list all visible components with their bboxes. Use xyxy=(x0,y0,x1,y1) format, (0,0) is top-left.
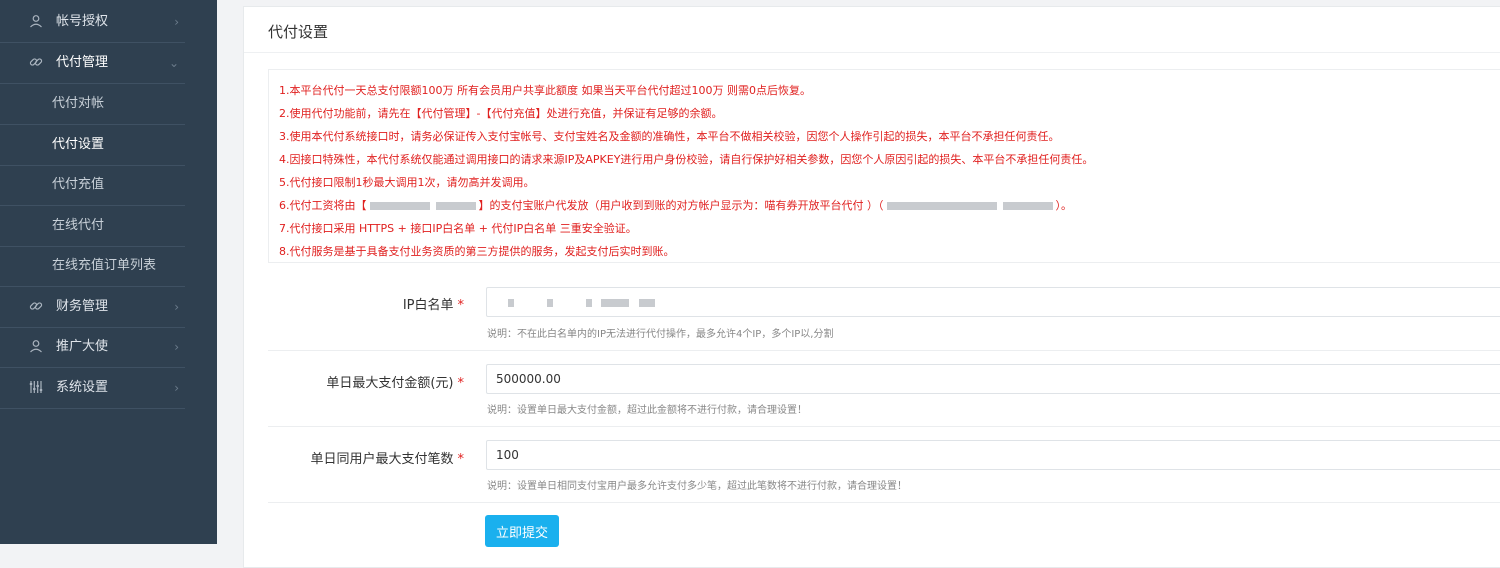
user-icon xyxy=(28,14,44,30)
sidebar-item-label: 代付设置 xyxy=(52,137,105,152)
link-icon xyxy=(28,55,44,71)
notice-line-6: 6.代付工资将由【 】的支付宝账户代发放（用户收到到账的对方帐户显示为：喵有券开放… xyxy=(279,197,1072,213)
daily-max-count-input[interactable]: 100 xyxy=(486,440,1500,470)
daily-max-amount-help: 说明：设置单日最大支付金额，超过此金额将不进行付款，请合理设置！ xyxy=(487,405,807,416)
sidebar-item-payout-mgmt[interactable]: 代付管理 ⌄ xyxy=(0,43,185,84)
required-mark: * xyxy=(457,452,465,467)
redacted-block xyxy=(585,298,592,307)
sidebar-item-label: 财务管理 xyxy=(56,299,109,314)
user-icon xyxy=(28,339,44,355)
ip-whitelist-help: 说明：不在此白名单内的IP无法进行代付操作，最多允许4个IP，多个IP以,分割 xyxy=(487,329,834,340)
ip-whitelist-label: IP白名单 * xyxy=(244,294,464,313)
sliders-icon xyxy=(28,380,44,396)
redacted-block xyxy=(639,298,656,307)
chevron-right-icon: › xyxy=(174,300,179,314)
notice-line-3: 3.使用本代付系统接口时，请务必保证传入支付宝帐号、支付宝姓名及金额的准确性，本… xyxy=(279,130,1060,143)
daily-max-amount-label: 单日最大支付金额(元) * xyxy=(244,372,464,391)
redacted-block xyxy=(508,298,514,307)
daily-max-count-help: 说明：设置单日相同支付宝用户最多允许支付多少笔，超过此笔数将不进行付款，请合理设… xyxy=(487,481,907,492)
divider xyxy=(268,350,1500,351)
main-panel: 代付设置 1.本平台代付一天总支付限额100万 所有会员用户共享此额度 如果当天… xyxy=(243,6,1500,568)
sidebar-item-label: 代付对帐 xyxy=(52,96,105,111)
sidebar-item-payout-recharge[interactable]: 代付充值 xyxy=(0,165,185,206)
daily-max-amount-label-text: 单日最大支付金额(元) xyxy=(326,376,454,391)
notice-line-7: 7.代付接口采用 HTTPS + 接口IP白名单 + 代付IP白名单 三重安全验… xyxy=(279,222,637,235)
notice-box: 1.本平台代付一天总支付限额100万 所有会员用户共享此额度 如果当天平台代付超… xyxy=(268,69,1500,263)
sidebar-item-promoter[interactable]: 推广大使 › xyxy=(0,327,185,368)
sidebar-item-payout-settings[interactable]: 代付设置 xyxy=(0,125,185,166)
sidebar-item-label: 在线代付 xyxy=(52,218,105,233)
daily-max-amount-input[interactable]: 500000.00 xyxy=(486,364,1500,394)
chevron-right-icon: › xyxy=(174,381,179,395)
page-title: 代付设置 xyxy=(268,23,329,41)
sidebar-item-label: 代付管理 xyxy=(56,55,109,70)
ip-whitelist-input[interactable] xyxy=(486,287,1500,317)
daily-max-count-label: 单日同用户最大支付笔数 * xyxy=(244,448,464,467)
chevron-right-icon: › xyxy=(174,15,179,29)
sidebar-item-account-auth[interactable]: 帐号授权 › xyxy=(0,2,185,43)
sidebar: 帐号授权 › 代付管理 ⌄ 代付对帐 代付设置 代付充值 在线代付 在线充值订单… xyxy=(0,0,217,544)
ip-whitelist-label-text: IP白名单 xyxy=(402,298,454,313)
sidebar-item-online-payout[interactable]: 在线代付 xyxy=(0,206,185,247)
notice-line-6-part1: 6.代付工资将由【 xyxy=(279,199,367,212)
notice-line-6-part2: 】的支付宝账户代发放（用户收到到账的对方帐户显示为：喵有券开放平台代付 ）（ xyxy=(478,199,884,212)
chevron-down-icon: ⌄ xyxy=(168,56,179,70)
redacted-block xyxy=(601,298,630,307)
sidebar-item-label: 在线充值订单列表 xyxy=(52,258,157,273)
sidebar-item-label: 推广大使 xyxy=(56,339,109,354)
notice-line-8: 8.代付服务是基于具备支付业务资质的第三方提供的服务，发起支付后实时到账。 xyxy=(279,245,675,258)
daily-max-count-label-text: 单日同用户最大支付笔数 xyxy=(310,452,454,467)
divider xyxy=(244,52,1500,53)
divider xyxy=(268,426,1500,427)
redacted-block xyxy=(435,202,476,210)
redacted-block xyxy=(1002,202,1053,210)
sidebar-item-recharge-orders[interactable]: 在线充值订单列表 xyxy=(0,246,185,287)
sidebar-item-label: 代付充值 xyxy=(52,177,105,192)
notice-line-6-part3: ）。 xyxy=(1055,199,1073,212)
sidebar-item-payout-reconcile[interactable]: 代付对帐 xyxy=(0,84,185,125)
redacted-block xyxy=(886,202,997,210)
sidebar-item-finance[interactable]: 财务管理 › xyxy=(0,287,185,328)
notice-line-4: 4.因接口特殊性，本代付系统仅能通过调用接口的请求来源IP及APKEY进行用户身… xyxy=(279,153,1094,166)
divider xyxy=(268,502,1500,503)
redacted-block xyxy=(369,202,430,210)
sidebar-item-label: 系统设置 xyxy=(56,380,109,395)
notice-line-5: 5.代付接口限制1秒最大调用1次，请勿高并发调用。 xyxy=(279,176,535,189)
required-mark: * xyxy=(457,376,465,391)
chevron-right-icon: › xyxy=(174,340,179,354)
notice-line-2: 2.使用代付功能前，请先在【代付管理】-【代付充值】处进行充值，并保证有足够的余… xyxy=(279,107,723,120)
required-mark: * xyxy=(457,298,465,313)
submit-button[interactable]: 立即提交 xyxy=(485,515,559,547)
sidebar-item-label: 帐号授权 xyxy=(56,14,109,29)
redacted-block xyxy=(546,298,553,307)
sidebar-item-system-settings[interactable]: 系统设置 › xyxy=(0,368,185,409)
link-icon xyxy=(28,299,44,315)
notice-line-1: 1.本平台代付一天总支付限额100万 所有会员用户共享此额度 如果当天平台代付超… xyxy=(279,84,811,97)
